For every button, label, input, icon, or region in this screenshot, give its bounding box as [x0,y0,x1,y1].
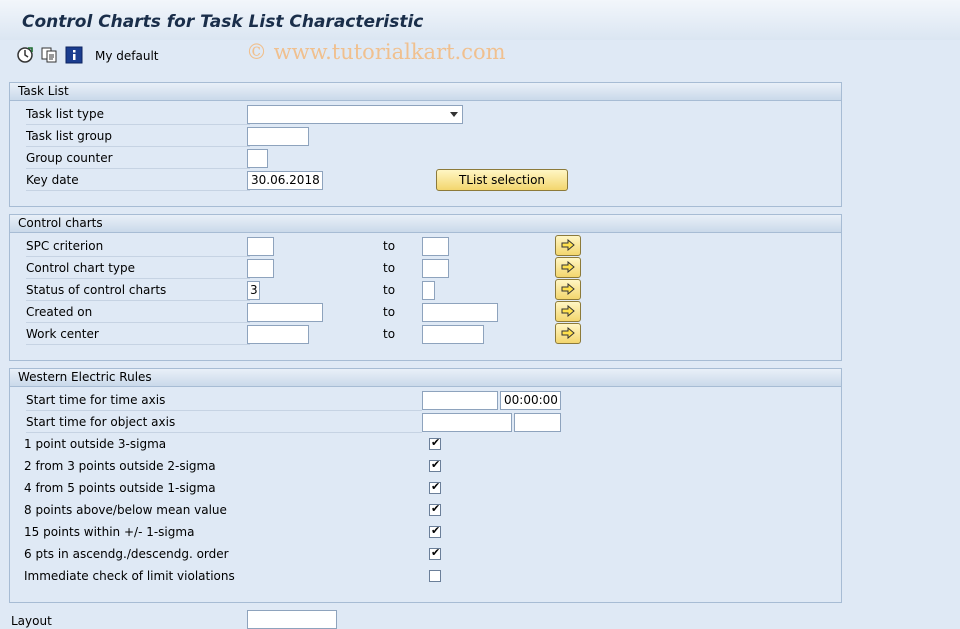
checkmark-icon: ✔ [431,458,441,471]
rule-label: 4 from 5 points outside 1-sigma [24,481,216,495]
work-center-to[interactable] [422,325,484,344]
execute-icon[interactable] [16,46,34,64]
western-electric-rules-group: Western Electric Rules Start time for ti… [9,368,842,603]
task-list-type-dropdown[interactable] [247,105,463,124]
rule-label: 8 points above/below mean value [24,503,227,517]
spc-criterion-from[interactable] [247,237,274,256]
checkmark-icon: ✔ [431,546,441,559]
work-center-label: Work center [26,324,250,345]
rule-label: 6 pts in ascendg./descendg. order [24,547,229,561]
created-on-from[interactable] [247,303,323,322]
rule-checkbox[interactable]: ✔ [429,546,441,560]
rule-checkbox[interactable]: ✔ [429,502,441,516]
created-on-label: Created on [26,302,250,323]
key-date-field[interactable]: 30.06.2018 [247,171,323,190]
tlist-selection-button[interactable]: TList selection [436,169,568,191]
checkmark-icon: ✔ [431,480,441,493]
start-time-axis-label: Start time for time axis [26,390,422,411]
task-list-group-field[interactable] [247,127,309,146]
control-charts-header: Control charts [10,215,841,233]
checkmark-icon: ✔ [431,524,441,537]
multiple-selection-button[interactable] [555,257,581,278]
start-object-axis-time[interactable] [514,413,561,432]
multiple-selection-button[interactable] [555,301,581,322]
checkmark-icon: ✔ [431,436,441,449]
multiple-selection-button[interactable] [555,235,581,256]
spc-criterion-label: SPC criterion [26,236,250,257]
control-charts-group: Control charts SPC criterion to Control … [9,214,842,361]
start-time-axis-date[interactable] [422,391,498,410]
start-time-axis-time[interactable]: 00:00:00 [500,391,561,410]
chevron-down-icon[interactable] [450,112,458,117]
status-control-charts-to[interactable] [422,281,435,300]
info-icon[interactable] [65,46,83,64]
multiple-selection-button[interactable] [555,279,581,300]
to-label: to [383,261,396,275]
western-electric-rules-header: Western Electric Rules [10,369,841,387]
task-list-group-label: Task list group [26,126,250,147]
rule-label: 15 points within +/- 1-sigma [24,525,195,539]
to-label: to [383,283,396,297]
task-list-header: Task List [10,83,841,101]
key-date-label: Key date [26,170,250,191]
rule-checkbox[interactable]: ✔ [429,480,441,494]
control-chart-type-to[interactable] [422,259,449,278]
variant-label[interactable]: My default [95,49,159,63]
work-center-from[interactable] [247,325,309,344]
created-on-to[interactable] [422,303,498,322]
arrow-right-icon [561,327,575,339]
status-control-charts-label: Status of control charts [26,280,250,301]
group-counter-label: Group counter [26,148,250,169]
rule-checkbox[interactable]: ✔ [429,436,441,450]
control-chart-type-from[interactable] [247,259,274,278]
to-label: to [383,305,396,319]
task-list-group: Task List Task list type Task list group… [9,82,842,207]
status-control-charts-from[interactable]: 3 [247,281,260,300]
layout-label: Layout [11,614,52,628]
arrow-right-icon [561,261,575,273]
multiple-selection-button[interactable] [555,323,581,344]
arrow-right-icon [561,239,575,251]
start-object-axis-label: Start time for object axis [26,412,422,433]
rule-label: 2 from 3 points outside 2-sigma [24,459,216,473]
to-label: to [383,239,396,253]
rule-label: 1 point outside 3-sigma [24,437,167,451]
group-counter-field[interactable] [247,149,268,168]
copy-icon[interactable] [40,46,58,64]
rule-checkbox[interactable] [429,570,441,582]
watermark: © www.tutorialkart.com [246,40,506,64]
task-list-type-label: Task list type [26,104,250,125]
page-title: Control Charts for Task List Characteris… [22,12,424,32]
layout-field[interactable] [247,610,337,629]
control-chart-type-label: Control chart type [26,258,250,279]
to-label: to [383,327,396,341]
rule-checkbox[interactable]: ✔ [429,524,441,538]
spc-criterion-to[interactable] [422,237,449,256]
rule-checkbox[interactable]: ✔ [429,458,441,472]
checkmark-icon: ✔ [431,502,441,515]
rule-label: Immediate check of limit violations [24,569,235,583]
title-bar: Control Charts for Task List Characteris… [0,0,960,40]
arrow-right-icon [561,283,575,295]
arrow-right-icon [561,305,575,317]
start-object-axis-date[interactable] [422,413,512,432]
